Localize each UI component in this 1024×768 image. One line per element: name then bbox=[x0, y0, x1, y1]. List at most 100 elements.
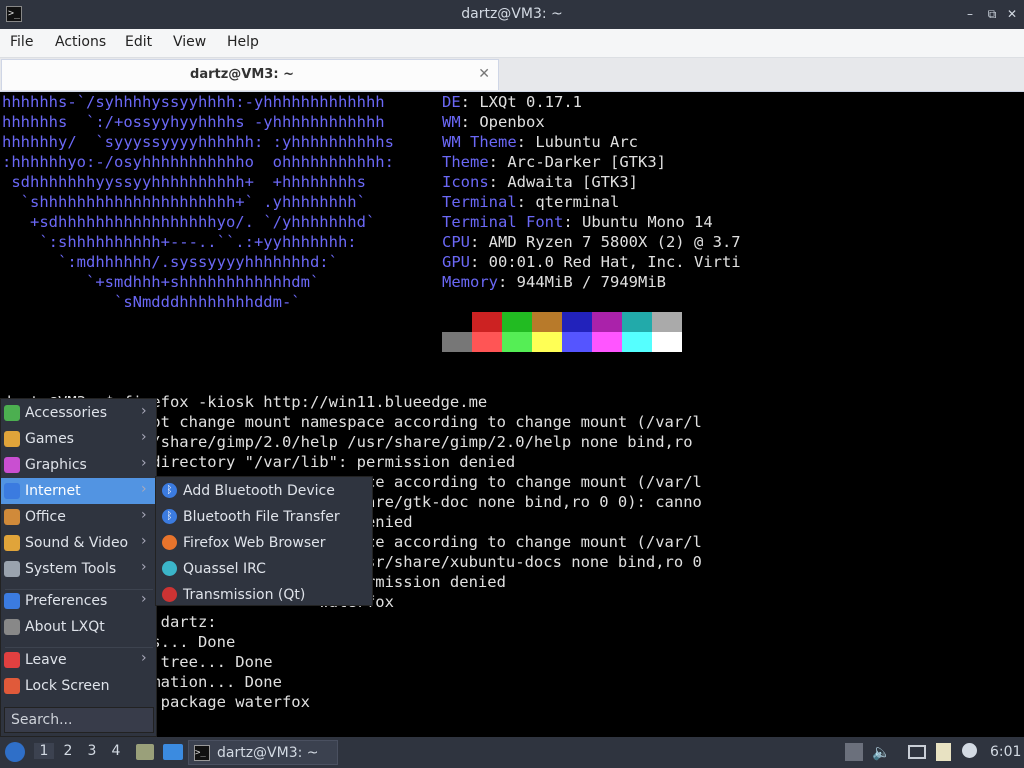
menu-item-accessories[interactable]: Accessories › bbox=[1, 400, 156, 426]
submenu-item-label: Quassel IRC bbox=[183, 561, 266, 577]
menu-item-office[interactable]: Office › bbox=[1, 504, 156, 530]
menu-item-graphics[interactable]: Graphics › bbox=[1, 452, 156, 478]
palette-swatch bbox=[502, 312, 532, 332]
lock-screen-icon bbox=[4, 678, 20, 694]
window-titlebar[interactable]: >_ dartz@VM3: ~ – ⧉ ✕ bbox=[0, 0, 1024, 29]
menu-file[interactable]: File bbox=[10, 34, 33, 50]
taskbar: 1 2 3 4 >_ dartz@VM3: ~ 🔈 6:01 bbox=[0, 737, 1024, 768]
menu-item-internet[interactable]: Internet › bbox=[1, 478, 156, 504]
volume-icon[interactable]: 🔈 bbox=[872, 743, 891, 761]
info-value: 944MiB / 7949MiB bbox=[516, 273, 666, 291]
graphics-icon bbox=[4, 457, 20, 473]
workspace-1[interactable]: 1 bbox=[34, 743, 54, 759]
task-terminal[interactable]: >_ dartz@VM3: ~ bbox=[188, 740, 338, 765]
info-value: AMD Ryzen 7 5800X (2) @ 3.7 bbox=[488, 233, 741, 251]
tab-close-icon[interactable]: ✕ bbox=[478, 66, 490, 82]
menu-search-input[interactable]: Search... bbox=[4, 707, 154, 733]
submenu-item-label: Add Bluetooth Device bbox=[183, 483, 335, 499]
menu-item-about[interactable]: About LXQt bbox=[1, 614, 156, 640]
terminal-task-icon: >_ bbox=[194, 745, 210, 761]
chevron-right-icon: › bbox=[141, 559, 147, 575]
menu-edit[interactable]: Edit bbox=[125, 34, 152, 50]
clipboard-icon[interactable] bbox=[936, 743, 951, 761]
palette-swatch bbox=[502, 332, 532, 352]
menu-item-label: Lock Screen bbox=[25, 678, 110, 694]
menu-view[interactable]: View bbox=[173, 34, 206, 50]
minimize-icon[interactable]: – bbox=[961, 5, 979, 23]
lubuntu-start-icon[interactable] bbox=[5, 742, 25, 762]
info-value: Arc-Darker [GTK3] bbox=[507, 153, 666, 171]
submenu-item[interactable]: Transmission (Qt) bbox=[156, 582, 372, 608]
show-desktop-icon[interactable] bbox=[163, 744, 183, 760]
palette-swatch bbox=[622, 312, 652, 332]
submenu-item[interactable]: ᛒ Add Bluetooth Device bbox=[156, 478, 372, 504]
chevron-right-icon: › bbox=[141, 533, 147, 549]
chevron-right-icon: › bbox=[141, 455, 147, 471]
submenu-item[interactable]: Firefox Web Browser bbox=[156, 530, 372, 556]
workspace-2[interactable]: 2 bbox=[58, 743, 78, 759]
menu-item-label: Internet bbox=[25, 483, 81, 499]
menu-item-label: Graphics bbox=[25, 457, 87, 473]
games-icon bbox=[4, 431, 20, 447]
clock[interactable]: 6:01 bbox=[990, 744, 1021, 760]
info-value: Adwaita [GTK3] bbox=[507, 173, 638, 191]
workspace-3[interactable]: 3 bbox=[82, 743, 102, 759]
close-icon[interactable]: ✕ bbox=[1003, 5, 1021, 23]
menu-item-label: System Tools bbox=[25, 561, 117, 577]
preferences-icon bbox=[4, 593, 20, 609]
maximize-icon[interactable]: ⧉ bbox=[983, 5, 1001, 23]
update-icon[interactable] bbox=[845, 743, 863, 761]
chevron-right-icon: › bbox=[141, 650, 147, 666]
search-placeholder: Search... bbox=[11, 712, 73, 728]
window-title: dartz@VM3: ~ bbox=[461, 6, 563, 22]
info-value: Openbox bbox=[479, 113, 545, 131]
palette-swatch bbox=[652, 312, 682, 332]
notification-icon[interactable] bbox=[962, 743, 977, 758]
sound-video-icon bbox=[4, 535, 20, 551]
workspace-4[interactable]: 4 bbox=[106, 743, 126, 759]
palette-swatch bbox=[532, 312, 562, 332]
info-key: WM Theme bbox=[442, 133, 517, 151]
menu-help[interactable]: Help bbox=[227, 34, 259, 50]
palette-swatch bbox=[442, 312, 472, 332]
info-value: 00:01.0 Red Hat, Inc. Virti bbox=[488, 253, 741, 271]
accessories-icon bbox=[4, 405, 20, 421]
info-key: Memory bbox=[442, 273, 498, 291]
about-icon bbox=[4, 619, 20, 635]
submenu-item[interactable]: ᛒ Bluetooth File Transfer bbox=[156, 504, 372, 530]
neofetch-ascii-logo: hhhhhhs-`/syhhhhyssyyhhhh:-yhhhhhhhhhhhh… bbox=[2, 93, 394, 311]
tab-label: dartz@VM3: ~ bbox=[190, 67, 294, 82]
info-value: LXQt 0.17.1 bbox=[479, 93, 582, 111]
transmission-icon bbox=[162, 587, 177, 602]
menubar: File Actions Edit View Help bbox=[0, 29, 1024, 58]
menu-item-preferences[interactable]: Preferences › bbox=[1, 588, 156, 614]
file-manager-icon[interactable] bbox=[136, 744, 154, 760]
neofetch-info: DE: LXQt 0.17.1 WM: Openbox WM Theme: Lu… bbox=[442, 93, 741, 291]
firefox-icon bbox=[162, 535, 177, 550]
palette-swatch bbox=[562, 312, 592, 332]
chevron-right-icon: › bbox=[141, 481, 147, 497]
info-value: Lubuntu Arc bbox=[535, 133, 638, 151]
palette-swatch bbox=[532, 332, 562, 352]
menu-item-leave[interactable]: Leave › bbox=[1, 647, 156, 673]
menu-item-lock-screen[interactable]: Lock Screen bbox=[1, 673, 156, 699]
submenu-item-label: Firefox Web Browser bbox=[183, 535, 326, 551]
menu-item-sound-video[interactable]: Sound & Video › bbox=[1, 530, 156, 556]
leave-icon bbox=[4, 652, 20, 668]
menu-item-system-tools[interactable]: System Tools › bbox=[1, 556, 156, 582]
menu-item-games[interactable]: Games › bbox=[1, 426, 156, 452]
info-key: GPU bbox=[442, 253, 470, 271]
palette-swatch bbox=[442, 332, 472, 352]
bluetooth-icon: ᛒ bbox=[162, 509, 177, 524]
bluetooth-icon: ᛒ bbox=[162, 483, 177, 498]
info-key: WM bbox=[442, 113, 461, 131]
tab-terminal[interactable]: dartz@VM3: ~ ✕ bbox=[1, 59, 499, 90]
info-key: Theme bbox=[442, 153, 489, 171]
office-icon bbox=[4, 509, 20, 525]
task-label: dartz@VM3: ~ bbox=[217, 745, 319, 761]
submenu-item[interactable]: Quassel IRC bbox=[156, 556, 372, 582]
menu-item-label: About LXQt bbox=[25, 619, 105, 635]
info-value: Ubuntu Mono 14 bbox=[582, 213, 713, 231]
menu-actions[interactable]: Actions bbox=[55, 34, 106, 50]
keyboard-icon[interactable] bbox=[908, 745, 926, 759]
